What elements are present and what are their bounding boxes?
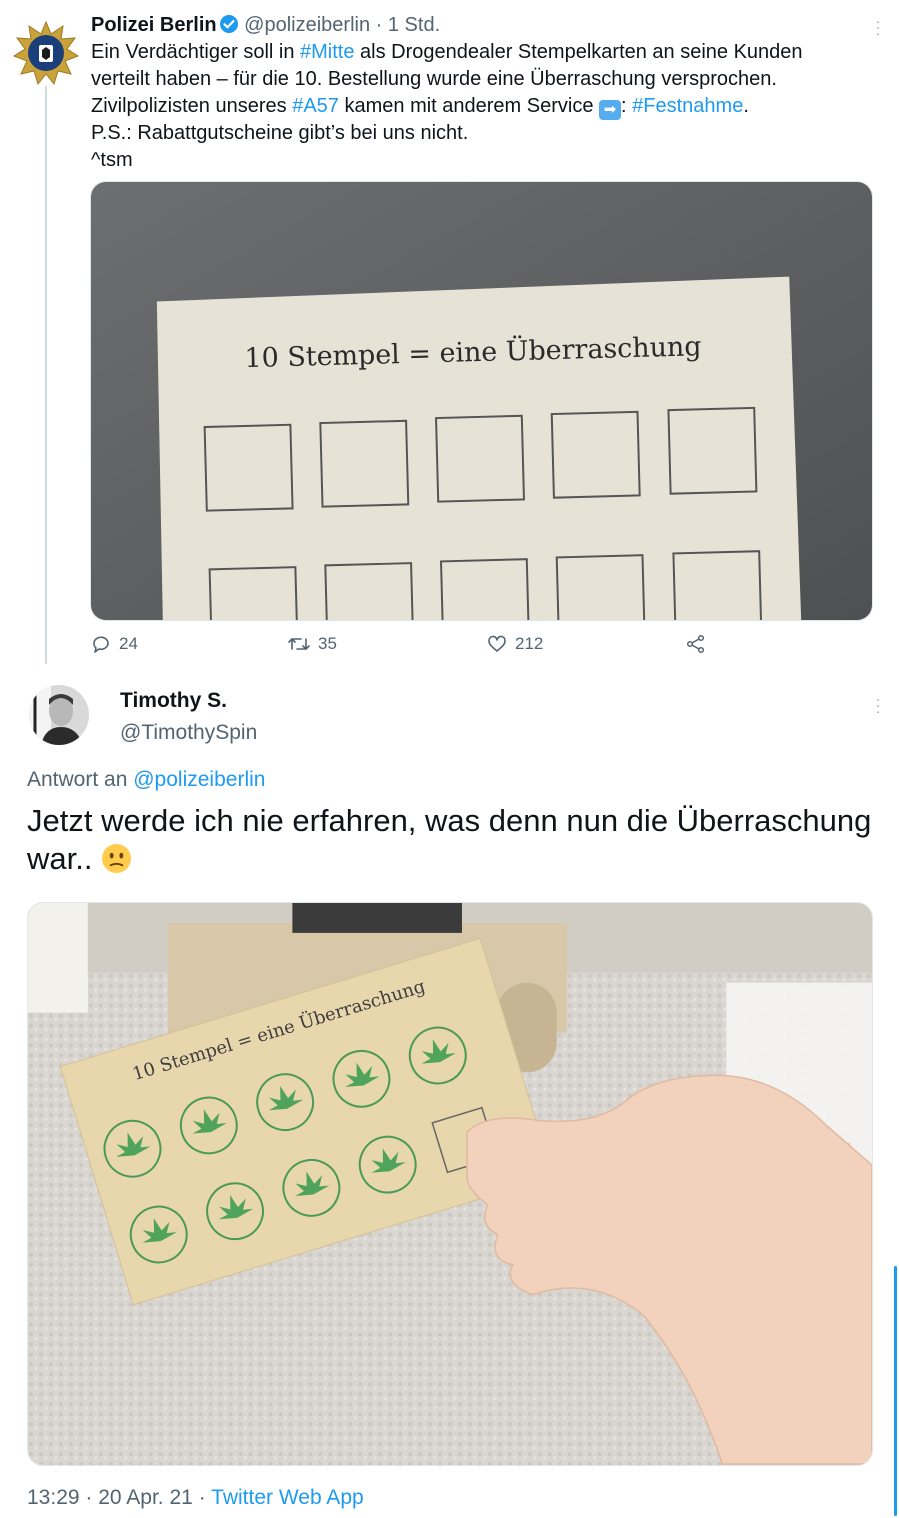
retweet-icon xyxy=(288,638,310,650)
hashtag-link[interactable]: #Mitte xyxy=(300,41,354,63)
hashtag-link[interactable]: #Festnahme xyxy=(632,95,743,117)
polizei-avatar[interactable] xyxy=(12,20,80,86)
text-line: P.S.: Rabattgutscheine gibt’s bei uns ni… xyxy=(91,122,469,144)
tweet-text: Ein Verdächtiger soll in #Mitte als Drog… xyxy=(91,39,881,174)
reply-date[interactable]: 20 Apr. 21 xyxy=(98,1486,193,1509)
text-segment: kamen mit anderem Service xyxy=(338,95,600,117)
retweet-count: 35 xyxy=(318,634,337,653)
replying-to: Antwort an @polizeiberlin xyxy=(27,768,265,792)
thread-line xyxy=(45,84,47,664)
timothy-avatar[interactable] xyxy=(29,685,89,745)
reply-author-name[interactable]: Timothy S. xyxy=(120,689,227,713)
text-segment: Zivilpolizisten unseres xyxy=(91,95,293,117)
reply-line: war.. xyxy=(27,841,102,876)
hashtag-link[interactable]: #A57 xyxy=(292,95,339,117)
tweet-header: Polizei Berlin @polizeiberlin · 1 Std. xyxy=(91,12,440,41)
reply-photo[interactable]: 10 Stempel = eine Überraschung xyxy=(27,902,873,1466)
scrollbar[interactable] xyxy=(894,1266,897,1516)
reply-text: Jetzt werde ich nie erfahren, was denn n… xyxy=(27,802,887,878)
like-count: 212 xyxy=(515,634,544,653)
share-icon xyxy=(686,634,705,654)
reply-count: 24 xyxy=(119,634,138,653)
reply-author-handle[interactable]: @TimothySpin xyxy=(120,721,257,745)
share-action[interactable] xyxy=(686,634,706,654)
stamp-card-photo: 10 Stempel = eine Überraschung xyxy=(91,182,872,620)
text-segment: Ein Verdächtiger soll in xyxy=(91,41,301,63)
confused-face-emoji xyxy=(101,843,132,874)
more-icon[interactable]: · · · xyxy=(875,14,881,40)
reply-prefix: Antwort an xyxy=(27,768,134,791)
reply-icon xyxy=(93,636,109,653)
text-segment: als Drogendealer Stempelkarten an seine … xyxy=(354,41,803,63)
author-handle[interactable]: @polizeiberlin xyxy=(244,14,370,36)
text-line: verteilt haben – für die 10. Bestellung … xyxy=(91,68,777,90)
text-line: ^tsm xyxy=(91,149,133,171)
like-icon xyxy=(488,635,506,652)
author-name[interactable]: Polizei Berlin xyxy=(91,14,217,36)
person-portrait xyxy=(29,685,89,745)
reply-line: Jetzt werde ich nie erfahren, was denn n… xyxy=(27,803,872,838)
verified-badge-icon xyxy=(219,14,239,41)
arrow-right-emoji: ➡ xyxy=(599,100,622,120)
more-icon[interactable]: · · · xyxy=(875,692,881,718)
reply-meta: 13:29 · 20 Apr. 21 · Twitter Web App xyxy=(27,1486,364,1510)
text-segment: : xyxy=(621,95,633,117)
text-segment: . xyxy=(743,95,749,117)
tweet-time[interactable]: 1 Std. xyxy=(388,14,440,36)
police-star-icon xyxy=(12,20,80,86)
reply-to-link[interactable]: @polizeiberlin xyxy=(133,768,265,791)
hand-holding-card-photo: 10 Stempel = eine Überraschung xyxy=(28,903,872,1465)
tweet-actions: 24 35 212 xyxy=(91,634,881,658)
meta-separator: · xyxy=(198,1486,206,1509)
tweet-photo[interactable]: 10 Stempel = eine Überraschung xyxy=(90,181,873,621)
source-link[interactable]: Twitter Web App xyxy=(211,1486,364,1509)
time-separator: · xyxy=(375,14,383,36)
reply-time[interactable]: 13:29 xyxy=(27,1486,80,1509)
like-action[interactable]: 212 xyxy=(487,634,543,654)
retweet-action[interactable]: 35 xyxy=(288,634,337,654)
reply-action[interactable]: 24 xyxy=(91,634,138,654)
meta-separator: · xyxy=(85,1486,93,1509)
